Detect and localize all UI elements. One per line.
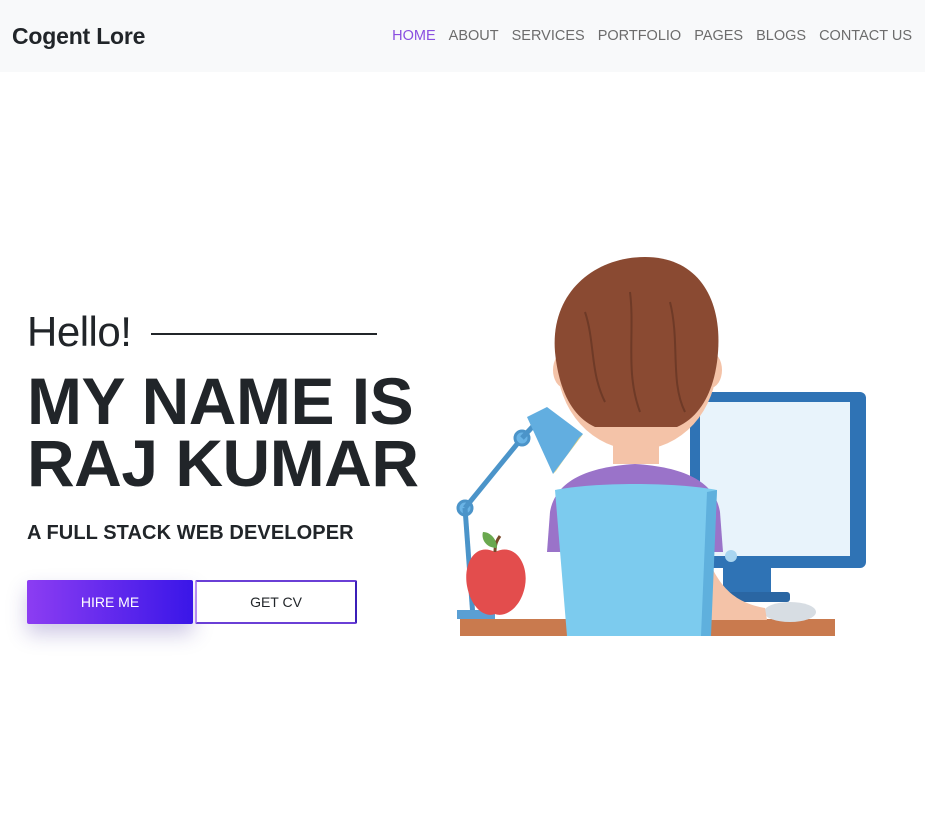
nav-item-about[interactable]: ABOUT [449, 28, 499, 44]
nav-item-services[interactable]: SERVICES [512, 28, 585, 44]
monitor-button [725, 550, 737, 562]
nav-item-portfolio[interactable]: PORTFOLIO [598, 28, 682, 44]
get-cv-button[interactable]: GET CV [195, 580, 357, 624]
hero-heading-line-2: RAJ KUMAR [27, 426, 419, 500]
hero-buttons: HIRE ME GET CV [27, 580, 357, 624]
apple-leaf [482, 532, 497, 548]
hero-text: Hello! MY NAME IS RAJ KUMAR A FULL STACK… [27, 300, 447, 545]
nav-item-contact-us[interactable]: CONTACT US [819, 28, 912, 44]
hero-subtitle: A FULL STACK WEB DEVELOPER [27, 522, 354, 544]
nav-item-home[interactable]: HOME [392, 28, 436, 44]
lamp-arm-lower [463, 436, 524, 510]
greeting-row: Hello! [27, 300, 447, 364]
apple [466, 549, 526, 615]
greeting-divider-line [151, 333, 378, 335]
brand-logo[interactable]: Cogent Lore [12, 23, 145, 50]
monitor-screen [700, 402, 850, 556]
hero-heading: MY NAME IS RAJ KUMAR [27, 368, 447, 496]
chair-back [555, 484, 717, 636]
developer-illustration [455, 252, 875, 642]
nav-item-blogs[interactable]: BLOGS [756, 28, 806, 44]
navbar: Cogent Lore HOME ABOUT SERVICES PORTFOLI… [0, 0, 925, 72]
developer-at-computer-image [456, 257, 866, 636]
mouse [764, 602, 816, 622]
greeting: Hello! [27, 308, 132, 355]
hire-me-button[interactable]: HIRE ME [27, 580, 193, 624]
nav-item-pages[interactable]: PAGES [694, 28, 743, 44]
main-nav: HOME ABOUT SERVICES PORTFOLIO PAGES BLOG… [379, 28, 912, 44]
monitor-stand [723, 568, 771, 596]
